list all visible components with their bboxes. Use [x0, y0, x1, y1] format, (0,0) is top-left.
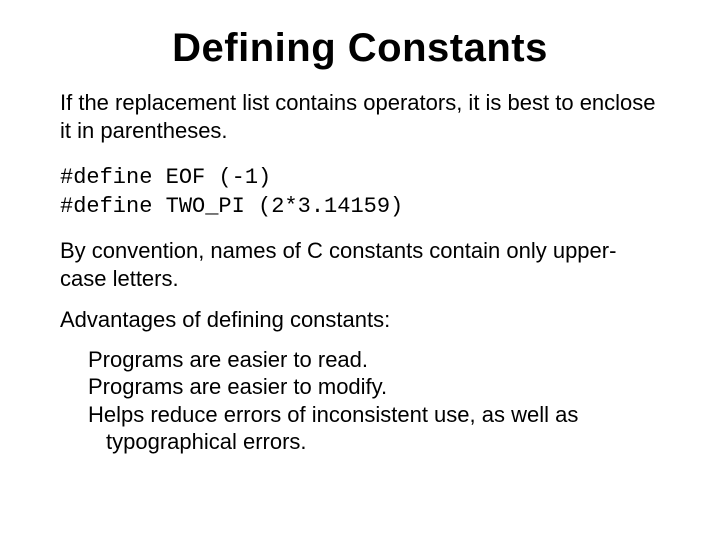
code-block: #define EOF (-1) #define TWO_PI (2*3.141…	[60, 164, 660, 221]
advantages-heading: Advantages of defining constants:	[60, 306, 660, 334]
code-line-1: #define EOF (-1)	[60, 165, 271, 190]
intro-paragraph: If the replacement list contains operato…	[60, 89, 660, 144]
slide-title: Defining Constants	[60, 26, 660, 71]
advantage-item: Programs are easier to read.	[88, 346, 660, 374]
advantages-list: Programs are easier to read. Programs ar…	[88, 346, 660, 456]
convention-paragraph: By convention, names of C constants cont…	[60, 237, 660, 292]
code-line-2: #define TWO_PI (2*3.14159)	[60, 194, 403, 219]
slide: Defining Constants If the replacement li…	[0, 0, 720, 540]
advantage-item: Helps reduce errors of inconsistent use,…	[88, 401, 660, 456]
advantage-item: Programs are easier to modify.	[88, 373, 660, 401]
